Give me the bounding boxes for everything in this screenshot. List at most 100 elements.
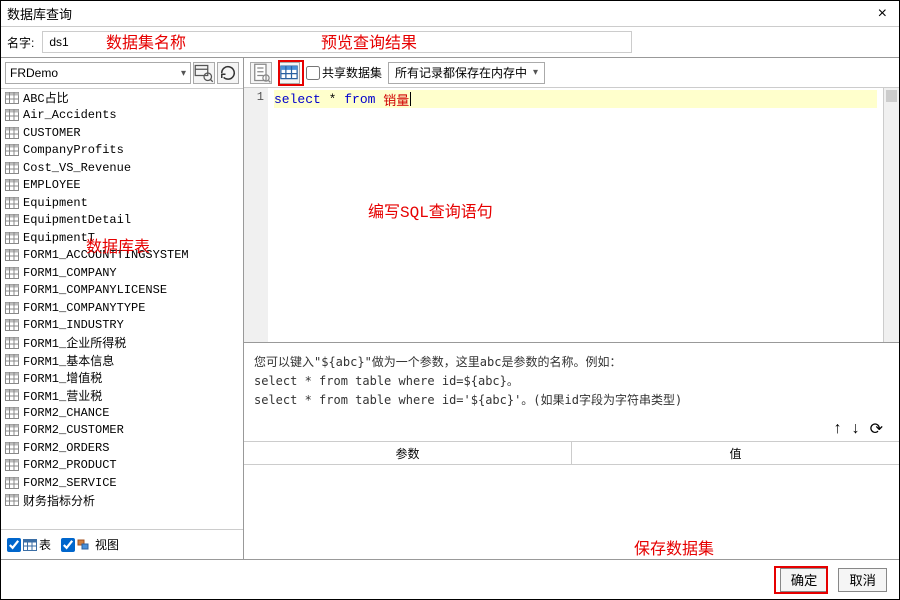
param-down-icon[interactable]: ↓ <box>852 420 860 438</box>
table-item-label: FORM1_INDUSTRY <box>23 318 124 332</box>
table-item[interactable]: FORM1_COMPANYTYPE <box>1 299 243 317</box>
param-refresh-icon[interactable]: ⟳ <box>870 419 883 439</box>
sql-editor[interactable]: 1 select * from 销量 编写SQL查询语句 <box>244 88 899 343</box>
cancel-button[interactable]: 取消 <box>838 568 887 592</box>
table-item-label: CUSTOMER <box>23 126 81 140</box>
table-item[interactable]: EquipmentT <box>1 229 243 247</box>
tables-checkbox[interactable] <box>7 538 21 552</box>
chevron-down-icon: ▾ <box>181 68 186 79</box>
table-item[interactable]: FORM1_INDUSTRY <box>1 317 243 335</box>
body: FRDemo ▾ ABC占比Air_AccidentsCUSTOMER Compa… <box>1 57 899 559</box>
hint-line2: select * from table where id=${abc}。 <box>254 372 889 391</box>
ok-button[interactable]: 确定 <box>780 568 829 592</box>
table-item[interactable]: FORM1_基本信息 <box>1 352 243 370</box>
filter-tables-checkbox[interactable]: 表 <box>7 536 51 553</box>
left-pane: FRDemo ▾ ABC占比Air_AccidentsCUSTOMER Compa… <box>1 58 244 559</box>
table-item-label: EquipmentT <box>23 231 95 245</box>
table-item[interactable]: FORM1_COMPANY <box>1 264 243 282</box>
table-icon <box>23 539 37 551</box>
preview-icon[interactable] <box>278 62 300 84</box>
sql-scrollbar[interactable] <box>883 88 899 342</box>
table-item[interactable]: FORM2_CHANCE <box>1 404 243 422</box>
table-item[interactable]: EMPLOYEE <box>1 177 243 195</box>
button-bar: 保存数据集 确定 取消 <box>1 559 899 599</box>
table-item[interactable]: 财务指标分析 <box>1 492 243 510</box>
table-item[interactable]: FORM2_CUSTOMER <box>1 422 243 440</box>
table-item[interactable]: CUSTOMER <box>1 124 243 142</box>
datasource-row: FRDemo ▾ <box>1 58 243 89</box>
table-item[interactable]: Equipment <box>1 194 243 212</box>
table-icon <box>5 302 19 314</box>
table-item[interactable]: FORM2_ORDERS <box>1 439 243 457</box>
kw-table: 销量 <box>383 90 409 109</box>
share-label: 共享数据集 <box>322 64 382 81</box>
table-item-label: FORM1_基本信息 <box>23 352 114 369</box>
kw-select: select <box>274 92 321 107</box>
search-table-icon[interactable] <box>193 62 215 84</box>
table-icon <box>5 354 19 366</box>
table-list[interactable]: ABC占比Air_AccidentsCUSTOMER CompanyProfits… <box>1 89 243 529</box>
table-icon <box>5 372 19 384</box>
table-icon <box>5 197 19 209</box>
scroll-thumb[interactable] <box>886 90 897 102</box>
sql-text[interactable]: select * from 销量 编写SQL查询语句 <box>268 88 883 342</box>
table-item[interactable]: ABC占比 <box>1 89 243 107</box>
share-checkbox[interactable] <box>306 66 320 80</box>
table-item-label: FORM2_ORDERS <box>23 441 109 455</box>
close-icon[interactable]: × <box>872 5 893 23</box>
table-item-label: FORM2_CUSTOMER <box>23 423 124 437</box>
table-item[interactable]: FORM1_COMPANYLICENSE <box>1 282 243 300</box>
param-up-icon[interactable]: ↑ <box>834 420 842 438</box>
table-item[interactable]: FORM2_PRODUCT <box>1 457 243 475</box>
table-item-label: FORM1_COMPANYLICENSE <box>23 283 167 297</box>
window-title: 数据库查询 <box>7 4 72 23</box>
toolbar: 共享数据集 所有记录都保存在内存中 ▾ <box>244 58 899 88</box>
table-icon <box>5 214 19 226</box>
table-item[interactable]: FORM1_企业所得税 <box>1 334 243 352</box>
table-item[interactable]: EquipmentDetail <box>1 212 243 230</box>
filter-views-checkbox[interactable]: 视图 <box>61 536 119 553</box>
sql-line-1: select * from 销量 <box>274 90 877 108</box>
table-icon <box>5 249 19 261</box>
table-icon <box>5 144 19 156</box>
kw-from: from <box>344 92 375 107</box>
kw-star: * <box>329 92 337 107</box>
param-body[interactable] <box>244 465 899 559</box>
table-item-label: 财务指标分析 <box>23 492 95 509</box>
table-icon <box>5 442 19 454</box>
db-query-window: 数据库查询 × 名字: 数据集名称 预览查询结果 FRDemo ▾ ABC占比A… <box>0 0 900 600</box>
table-icon <box>5 494 19 506</box>
table-item-label: FORM1_COMPANYTYPE <box>23 301 145 315</box>
name-label: 名字: <box>7 34 34 51</box>
table-item[interactable]: Cost_VS_Revenue <box>1 159 243 177</box>
text-cursor <box>410 92 411 106</box>
views-label: 视图 <box>95 536 119 553</box>
table-item[interactable]: FORM1_增值税 <box>1 369 243 387</box>
refresh-icon[interactable] <box>217 62 239 84</box>
chevron-down-icon: ▾ <box>533 67 538 78</box>
table-item-label: EquipmentDetail <box>23 213 131 227</box>
table-item-label: EMPLOYEE <box>23 178 81 192</box>
table-item[interactable]: Air_Accidents <box>1 107 243 125</box>
table-icon <box>5 92 19 104</box>
table-icon <box>5 127 19 139</box>
name-row: 名字: 数据集名称 预览查询结果 <box>1 27 899 57</box>
table-icon <box>5 337 19 349</box>
table-item[interactable]: FORM1_营业税 <box>1 387 243 405</box>
table-icon <box>5 267 19 279</box>
table-icon <box>5 424 19 436</box>
datasource-selected: FRDemo <box>10 66 58 80</box>
memory-dropdown[interactable]: 所有记录都保存在内存中 ▾ <box>388 62 545 84</box>
line-number: 1 <box>248 90 264 104</box>
document-icon[interactable] <box>250 62 272 84</box>
dataset-name-input[interactable] <box>42 31 632 53</box>
view-icon <box>77 538 93 552</box>
param-header: 参数 值 <box>244 441 899 465</box>
table-item[interactable]: FORM2_SERVICE <box>1 474 243 492</box>
table-item[interactable]: FORM1_ACCOUNTTINGSYSTEM <box>1 247 243 265</box>
table-icon <box>5 179 19 191</box>
views-checkbox[interactable] <box>61 538 75 552</box>
share-dataset-checkbox[interactable]: 共享数据集 <box>306 64 382 81</box>
datasource-combo[interactable]: FRDemo ▾ <box>5 62 191 84</box>
table-item[interactable]: CompanyProfits <box>1 142 243 160</box>
